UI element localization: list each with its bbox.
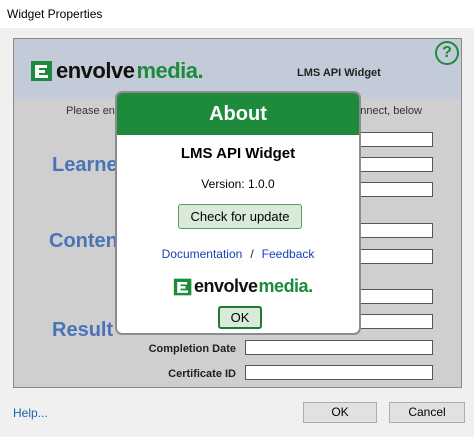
check-for-update-button[interactable]: Check for update	[178, 204, 302, 229]
help-icon[interactable]: ?	[435, 41, 459, 65]
ok-button[interactable]: OK	[303, 402, 377, 423]
about-widget-title: LMS API Widget	[180, 145, 296, 162]
cancel-button[interactable]: Cancel	[389, 402, 465, 423]
about-links: Documentation / Feedback	[117, 247, 359, 261]
help-link[interactable]: Help...	[13, 406, 48, 420]
about-dialog-header: About	[117, 93, 359, 135]
about-ok-button[interactable]: OK	[218, 306, 262, 329]
certificate-id-label: Certificate ID	[168, 368, 236, 380]
title-bar: Widget Properties	[0, 0, 474, 28]
section-results: Result	[52, 319, 114, 341]
about-envolvemedia-logo: envolve media.	[173, 276, 313, 297]
completion-date-field[interactable]	[245, 340, 433, 355]
certificate-id-field[interactable]	[245, 365, 433, 380]
documentation-link[interactable]: Documentation	[162, 247, 243, 261]
completion-date-label: Completion Date	[148, 343, 236, 355]
envolvemedia-logo: envolve media.	[30, 58, 204, 84]
feedback-link[interactable]: Feedback	[262, 247, 315, 261]
envolvemedia-logo-icon	[31, 61, 52, 81]
section-content: Conten	[49, 230, 118, 252]
version-text: Version: 1.0.0	[201, 177, 275, 191]
envolvemedia-logo-icon	[173, 278, 192, 295]
widget-name-label: LMS API Widget	[297, 67, 381, 79]
link-separator: /	[250, 247, 254, 261]
window-title: Widget Properties	[7, 7, 103, 21]
about-dialog: About LMS API Widget Version: 1.0.0 Chec…	[115, 91, 361, 335]
section-learner: Learne	[52, 154, 118, 176]
